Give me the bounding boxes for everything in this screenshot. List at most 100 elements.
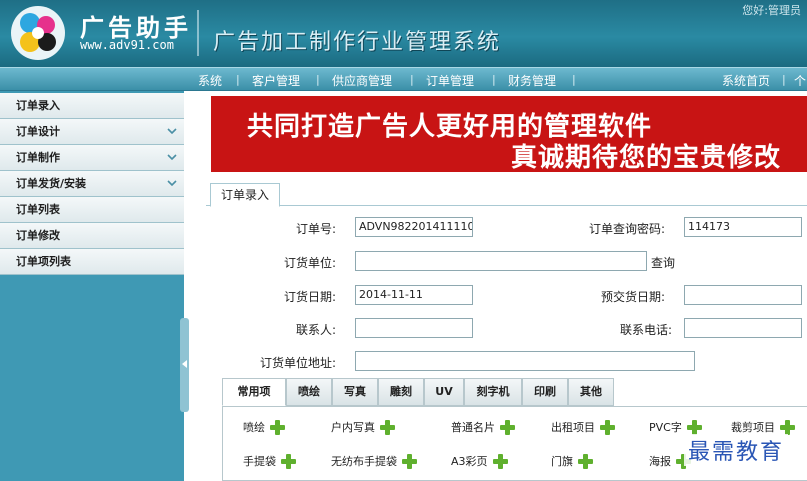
order-no-label: 订单号:	[296, 222, 337, 236]
query-password-input[interactable]: 114173	[684, 217, 802, 237]
sidebar-item-label: 订单制作	[16, 151, 60, 164]
nav-separator: |	[410, 73, 414, 86]
phone-label: 联系电话:	[620, 323, 673, 337]
delivery-date-label: 预交货日期:	[601, 290, 666, 304]
user-greeting: 您好:管理员	[742, 4, 801, 17]
sidebar-item-order-entry[interactable]: 订单录入	[0, 93, 184, 119]
nav-customer-management[interactable]: 客户管理	[252, 72, 300, 89]
add-icon[interactable]	[578, 453, 593, 469]
sidebar-item-order-item-list[interactable]: 订单项列表	[0, 249, 184, 275]
tab-order-entry[interactable]: 订单录入	[210, 183, 281, 207]
customer-input[interactable]	[355, 251, 647, 271]
content-gutter	[184, 91, 210, 481]
add-icon[interactable]	[600, 419, 615, 435]
item-pvc-letters[interactable]: PVC字	[649, 419, 702, 435]
item-inkjet[interactable]: 喷绘	[243, 419, 285, 435]
tab-engraving[interactable]: 雕刻	[378, 378, 424, 406]
add-icon[interactable]	[500, 419, 515, 435]
sidebar-item-order-edit[interactable]: 订单修改	[0, 223, 184, 249]
add-icon[interactable]	[686, 419, 702, 435]
order-no-input[interactable]: ADVN9822014111100	[355, 217, 473, 237]
item-label: 喷绘	[243, 421, 265, 434]
watermark: 最需教育	[684, 434, 789, 466]
chevron-down-icon	[167, 154, 177, 161]
sidebar-item-order-production[interactable]: 订单制作	[0, 145, 184, 171]
item-label: 裁剪项目	[731, 421, 775, 434]
nav-separator: |	[572, 73, 576, 86]
add-icon[interactable]	[270, 419, 285, 435]
promo-banner: 共同打造广告人更好用的管理软件 真诚期待您的宝贵修改	[211, 96, 807, 172]
item-business-card[interactable]: 普通名片	[451, 419, 515, 435]
item-label: 普通名片	[451, 421, 495, 434]
add-icon[interactable]	[281, 453, 296, 469]
banner-line-2: 真诚期待您的宝贵修改	[511, 143, 782, 172]
item-cutting[interactable]: 裁剪项目	[731, 419, 795, 435]
header-divider	[197, 10, 199, 56]
chevron-down-icon	[167, 128, 177, 135]
phone-input[interactable]	[684, 318, 802, 338]
add-icon[interactable]	[402, 453, 417, 469]
tab-printing[interactable]: 印刷	[522, 378, 568, 406]
chevron-down-icon	[167, 180, 177, 187]
nav-separator: |	[236, 73, 240, 86]
sidebar-item-order-list[interactable]: 订单列表	[0, 197, 184, 223]
app-header: 广告助手 www.adv91.com 广告加工制作行业管理系统 您好:管理员	[0, 0, 807, 67]
item-label: 门旗	[551, 455, 573, 468]
item-label: 出租项目	[551, 421, 595, 434]
sidebar-item-label: 订单项列表	[16, 255, 71, 268]
customer-label: 订货单位:	[284, 256, 337, 270]
nav-extra[interactable]: 个	[794, 72, 806, 89]
category-tab-bar: 常用项 喷绘 写真 雕刻 UV 刻字机 印刷 其他	[222, 378, 807, 406]
tab-uv[interactable]: UV	[424, 378, 464, 406]
nav-separator: |	[492, 73, 496, 86]
sidebar-item-label: 订单录入	[16, 99, 60, 112]
item-handbag[interactable]: 手提袋	[243, 453, 296, 469]
item-nonwoven-bag[interactable]: 无纺布手提袋	[331, 453, 417, 469]
item-door-flag[interactable]: 门旗	[551, 453, 593, 469]
item-rental[interactable]: 出租项目	[551, 419, 615, 435]
contact-label: 联系人:	[296, 323, 337, 337]
add-icon[interactable]	[380, 419, 395, 435]
tab-common[interactable]: 常用项	[222, 378, 286, 406]
sidebar-item-label: 订单修改	[16, 229, 60, 242]
query-link[interactable]: 查询	[651, 254, 675, 271]
tab-lettering-machine[interactable]: 刻字机	[464, 378, 522, 406]
order-date-label: 订货日期:	[284, 290, 337, 304]
top-nav: 系统 | 客户管理 | 供应商管理 | 订单管理 | 财务管理 | 系统首页 |…	[0, 67, 807, 91]
sidebar: 订单录入 订单设计 订单制作 订单发货/安装 订单列表 订单修改 订单项列表	[0, 91, 184, 481]
nav-supplier-management[interactable]: 供应商管理	[332, 72, 392, 89]
contact-input[interactable]	[355, 318, 473, 338]
item-a3-flyer[interactable]: A3彩页	[451, 453, 508, 469]
address-input[interactable]	[355, 351, 695, 371]
address-label: 订货单位地址:	[260, 356, 337, 370]
logo-icon	[11, 6, 65, 60]
item-label: PVC字	[649, 421, 682, 434]
nav-separator: |	[316, 73, 320, 86]
sidebar-collapse-handle[interactable]	[180, 318, 189, 412]
sidebar-item-label: 订单发货/安装	[16, 177, 87, 190]
sidebar-item-order-delivery[interactable]: 订单发货/安装	[0, 171, 184, 197]
nav-order-management[interactable]: 订单管理	[426, 72, 474, 89]
tab-other[interactable]: 其他	[568, 378, 614, 406]
form-tab-bar: 订单录入	[206, 181, 807, 207]
sidebar-item-order-design[interactable]: 订单设计	[0, 119, 184, 145]
system-title: 广告加工制作行业管理系统	[213, 30, 502, 55]
brand-url: www.adv91.com	[80, 38, 174, 52]
tab-photo[interactable]: 写真	[332, 378, 378, 406]
item-label: 手提袋	[243, 455, 276, 468]
nav-system[interactable]: 系统	[198, 72, 222, 89]
item-indoor-photo[interactable]: 户内写真	[331, 419, 395, 435]
query-password-label: 订单查询密码:	[589, 222, 666, 236]
delivery-date-input[interactable]	[684, 285, 802, 305]
add-icon[interactable]	[492, 453, 508, 469]
item-label: 无纺布手提袋	[331, 455, 397, 468]
nav-separator: |	[782, 73, 786, 86]
chevron-left-icon	[182, 360, 187, 368]
tab-inkjet[interactable]: 喷绘	[286, 378, 332, 406]
nav-finance-management[interactable]: 财务管理	[508, 72, 556, 89]
item-label: 户内写真	[331, 421, 375, 434]
order-date-input[interactable]: 2014-11-11	[355, 285, 473, 305]
nav-home[interactable]: 系统首页	[722, 72, 770, 89]
add-icon[interactable]	[780, 419, 795, 435]
item-label: A3彩页	[451, 455, 488, 468]
